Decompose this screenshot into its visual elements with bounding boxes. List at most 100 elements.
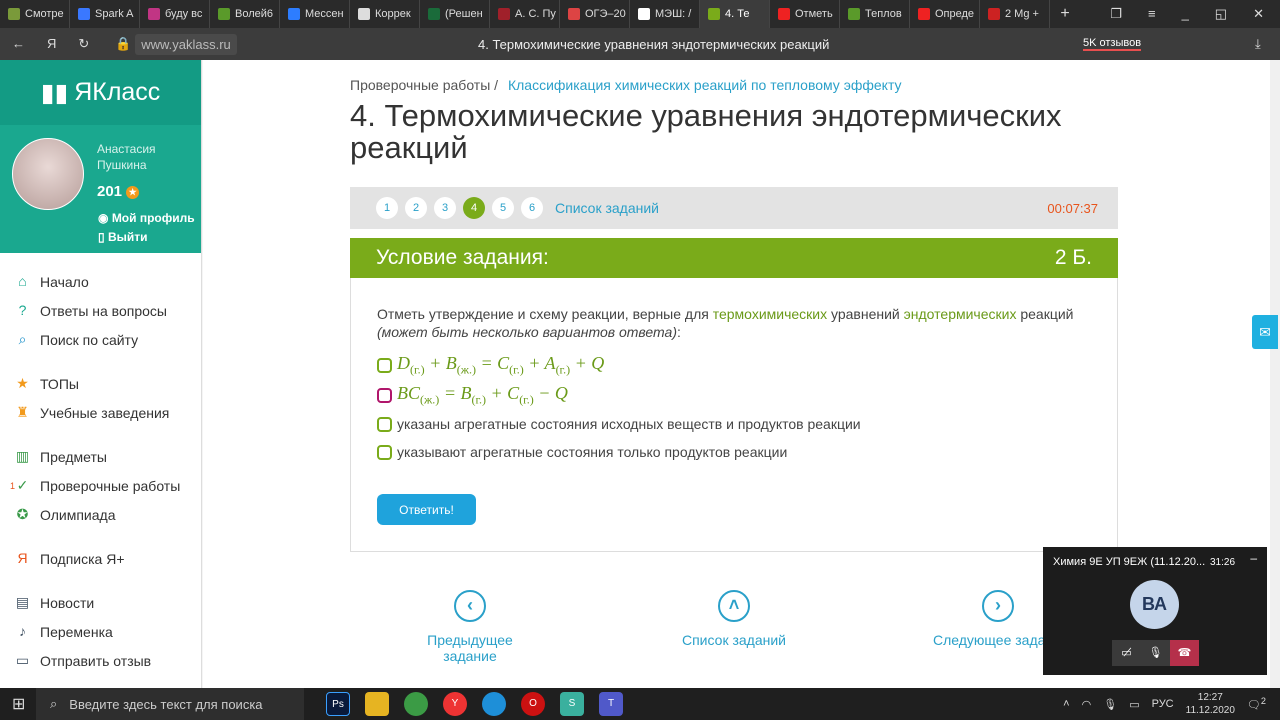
windows-icon[interactable]: ⊞ <box>12 694 25 714</box>
breadcrumb-item[interactable]: Проверочные работы <box>350 77 490 93</box>
answer-option[interactable]: указывают агрегатные состояния только пр… <box>377 438 861 466</box>
breadcrumb-item[interactable]: Классификация химических реакций по тепл… <box>508 77 902 93</box>
taskbar-search[interactable]: ⌕ Введите здесь текст для поиска <box>36 688 304 720</box>
answer-option[interactable]: указаны агрегатные состояния исходных ве… <box>377 410 861 438</box>
browser-tab[interactable]: Смотре <box>0 0 70 28</box>
my-profile-link[interactable]: ◉ Мой профиль <box>98 211 195 225</box>
task-number-button[interactable]: 5 <box>492 197 514 219</box>
task-number-button[interactable]: 2 <box>405 197 427 219</box>
answer-option[interactable]: BC(ж.) = B(г.) + C(г.) − Q <box>377 380 861 410</box>
task-list-bottom-link[interactable]: ˄ Список заданий <box>673 590 795 648</box>
sidebar-item[interactable]: ✪ Олимпиада <box>0 500 201 529</box>
browser-tab[interactable]: Мессен <box>280 0 350 28</box>
sidebar-item[interactable]: ? Ответы на вопросы <box>0 296 201 325</box>
sidebar-item[interactable]: ✓ 1 Проверочные работы <box>0 471 201 500</box>
sidebar-item-label: Поиск по сайту <box>40 331 139 348</box>
prev-task-link[interactable]: ‹ Предыдущее задание <box>402 590 538 664</box>
browser-tab[interactable]: 4. Те <box>700 0 770 28</box>
minimize-icon[interactable]: – <box>1250 551 1257 565</box>
task-list-link[interactable]: Список заданий <box>555 200 659 216</box>
teams-icon[interactable]: T <box>599 692 623 716</box>
microphone-icon[interactable]: 🎙 <box>1103 698 1117 711</box>
badge: 1 <box>10 480 16 491</box>
menu-icon[interactable]: ≡ <box>1148 6 1156 22</box>
sidebar-item[interactable]: ★ ТОПы <box>0 369 201 398</box>
tabs-icon[interactable]: ❐ <box>1110 6 1122 22</box>
sidebar-item[interactable]: ♪ Переменка <box>0 617 201 646</box>
browser-tab[interactable]: А. С. Пу <box>490 0 560 28</box>
checkbox[interactable] <box>377 416 392 432</box>
notifications-icon[interactable]: 🗨2 <box>1247 696 1266 712</box>
reviews-button[interactable]: 5K отзывов <box>1083 37 1142 51</box>
browser-tab[interactable]: 2 Mg + <box>980 0 1050 28</box>
sidebar-item[interactable]: ⌂ Начало <box>0 267 201 296</box>
scrollbar[interactable] <box>1270 60 1280 688</box>
sidebar-item[interactable]: ♜ Учебные заведения <box>0 398 201 427</box>
sidebar-item[interactable]: ⌕ Поиск по сайту <box>0 325 201 354</box>
battery-icon[interactable]: ▭ <box>1129 698 1139 711</box>
sidebar-item-label: Проверочные работы <box>40 477 181 494</box>
task-number-button[interactable]: 6 <box>521 197 543 219</box>
favicon-icon <box>358 8 370 20</box>
language-indicator[interactable]: РУС <box>1152 698 1174 710</box>
yandex-browser-icon[interactable]: Y <box>443 692 467 716</box>
opera-icon[interactable]: O <box>521 692 545 716</box>
edge-icon[interactable] <box>482 692 506 716</box>
chevron-up-icon[interactable]: ˄ <box>1063 698 1069 710</box>
avatar[interactable] <box>12 138 84 210</box>
feedback-icon: ▭ <box>15 652 30 668</box>
browser-tab[interactable]: Опреде <box>910 0 980 28</box>
sidebar-item-label: Олимпиада <box>40 506 116 523</box>
sidebar-item[interactable]: ▭ Отправить отзыв <box>0 646 201 675</box>
sidebar: ▮▮ ЯКласс Анастасия Пушкина 201 ★ ◉ Мой п… <box>0 60 202 688</box>
sidebar-item[interactable]: Я Подписка Я+ <box>0 544 201 573</box>
sidebar-item[interactable]: ▤ Новости <box>0 588 201 617</box>
taskbar: ⊞ ⌕ Введите здесь текст для поиска Ps Y O… <box>0 688 1280 720</box>
checkbox[interactable] <box>377 387 392 403</box>
checkbox[interactable] <box>377 444 392 460</box>
download-icon[interactable]: ⤓ <box>1255 36 1261 52</box>
tab-label: Опреде <box>935 8 975 20</box>
minimize-button[interactable]: _ <box>1182 6 1189 22</box>
task-number-button[interactable]: 1 <box>376 197 398 219</box>
yandex-icon[interactable]: Я <box>47 36 56 52</box>
back-icon[interactable]: ← <box>12 36 25 52</box>
browser-tab[interactable]: Отметь <box>770 0 840 28</box>
app-icon[interactable]: S <box>560 692 584 716</box>
favicon-icon <box>78 8 90 20</box>
mail-icon[interactable]: ✉ <box>1252 315 1278 349</box>
task-number-button[interactable]: 3 <box>434 197 456 219</box>
sidebar-item[interactable]: ▥ Предметы <box>0 442 201 471</box>
wifi-icon[interactable]: ◠ <box>1082 698 1092 711</box>
answer-option[interactable]: D(г.) + B(ж.) = C(г.) + A(г.) + Q <box>377 350 861 380</box>
photoshop-icon[interactable]: Ps <box>326 692 350 716</box>
tab-label: А. С. Пу <box>515 8 556 20</box>
browser-tab[interactable]: Spark A <box>70 0 140 28</box>
hang-up-icon[interactable]: ☎ <box>1170 640 1199 666</box>
sidebar-menu: ⌂ Начало? Ответы на вопросы ⌕ Поиск по сайту… <box>0 253 201 675</box>
close-button[interactable]: ✕ <box>1253 6 1264 22</box>
browser-tab[interactable]: Коррек <box>350 0 420 28</box>
browser-tab[interactable]: Теплов <box>840 0 910 28</box>
browser-tab[interactable]: (Решен <box>420 0 490 28</box>
equation-2: BC(ж.) = B(г.) + C(г.) − Q <box>397 382 568 407</box>
logout-link[interactable]: ▯ Выйти <box>98 230 147 244</box>
submit-button[interactable]: Ответить! <box>377 494 476 525</box>
folder-icon[interactable] <box>365 692 389 716</box>
browser-tab[interactable]: буду вс <box>140 0 210 28</box>
camera-off-icon[interactable]: ▭̸ <box>1112 640 1141 666</box>
new-tab-button[interactable]: + <box>1050 5 1080 23</box>
clock[interactable]: 12:27 11.12.2020 <box>1186 691 1235 717</box>
browser-tab[interactable]: МЭШ: / <box>630 0 700 28</box>
url-field[interactable]: www.yaklass.ru <box>135 33 237 55</box>
reload-icon[interactable]: ↻ <box>78 36 89 52</box>
browser-tab[interactable]: ОГЭ–20 <box>560 0 630 28</box>
breadcrumb: Проверочные работы / Классификация химич… <box>350 77 902 93</box>
checkbox[interactable] <box>377 357 392 373</box>
restore-button[interactable]: ◱ <box>1215 6 1227 22</box>
chrome-icon[interactable] <box>404 692 428 716</box>
task-number-button[interactable]: 4 <box>463 197 485 219</box>
logo[interactable]: ▮▮ ЯКласс <box>0 60 201 125</box>
mic-off-icon[interactable]: 🎙 <box>1141 640 1170 666</box>
browser-tab[interactable]: Волей6 <box>210 0 280 28</box>
